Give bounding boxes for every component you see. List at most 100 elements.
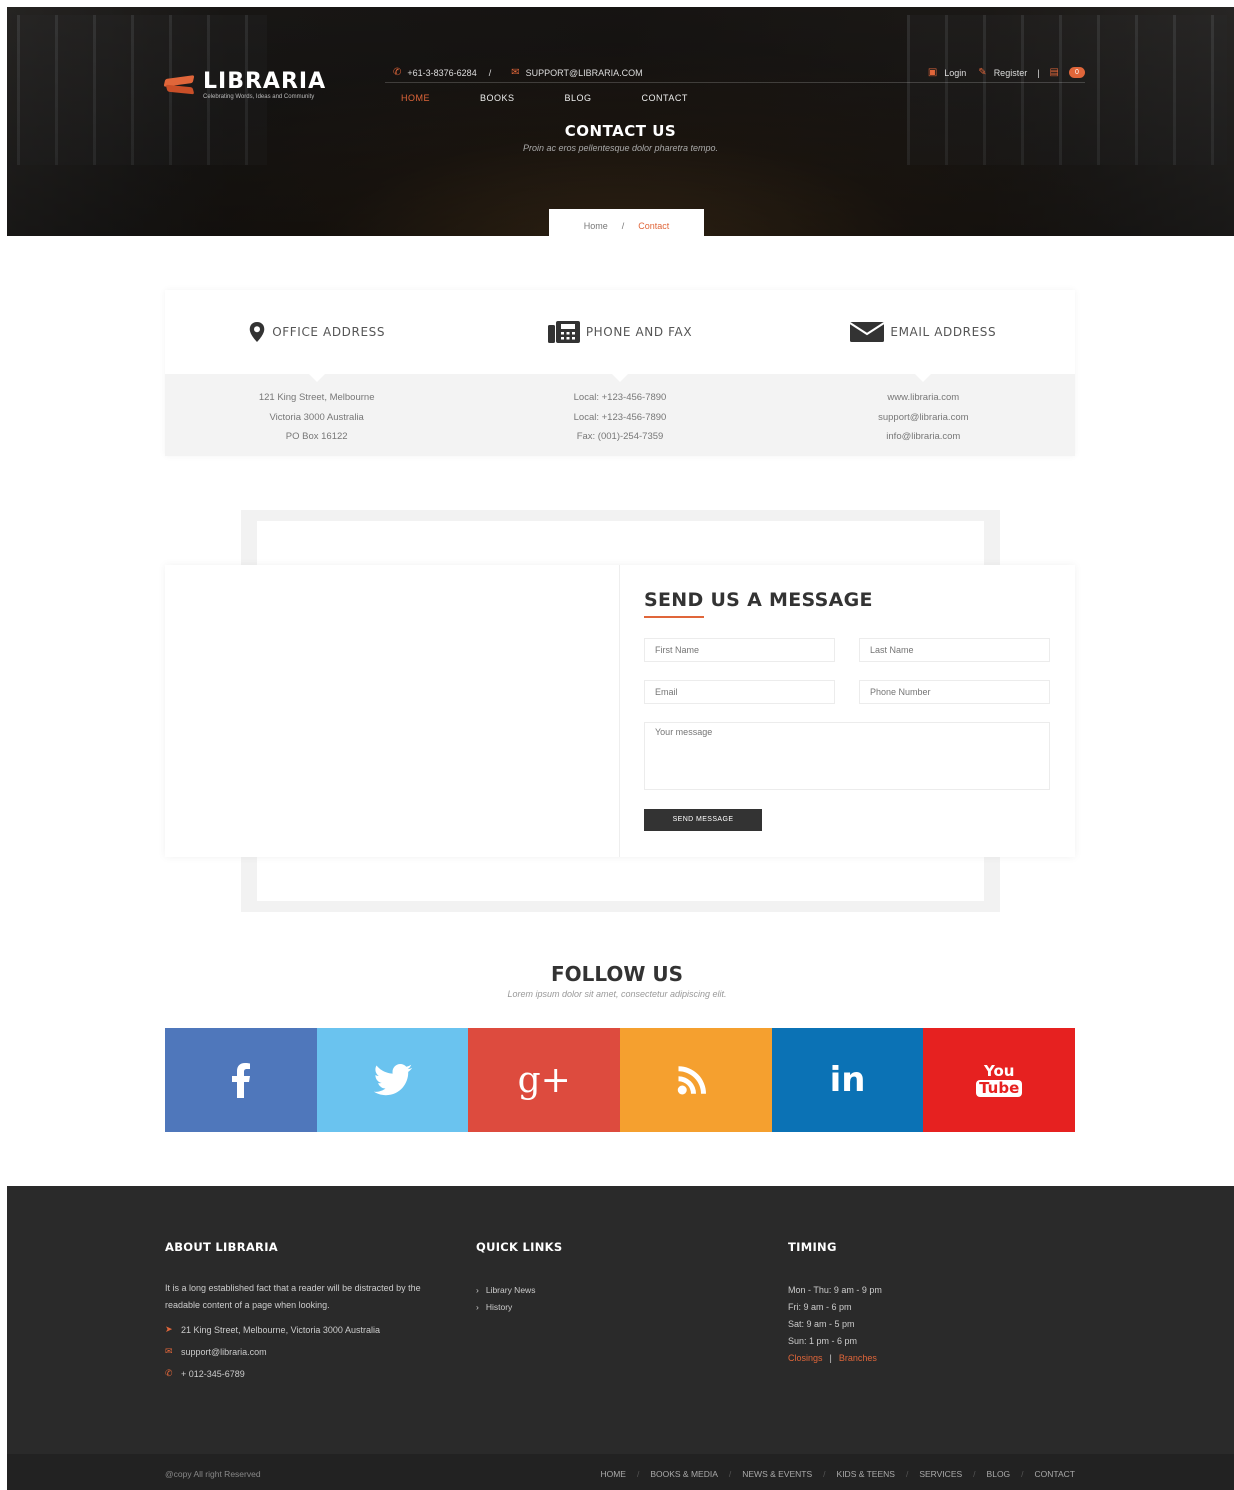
bottom-nav-home[interactable]: HOME <box>600 1469 626 1479</box>
bottom-nav-separator: / <box>973 1469 976 1479</box>
phone-fax-heading: PHONE AND FAX <box>585 325 693 339</box>
login-link[interactable]: Login <box>944 68 966 78</box>
facebook-link[interactable] <box>165 1028 317 1132</box>
follow-subtitle: Lorem ipsum dolor sit amet, consectetur … <box>507 989 727 999</box>
closings-link[interactable]: Closings <box>788 1353 823 1363</box>
send-message-button[interactable]: SEND MESSAGE <box>644 809 762 831</box>
phone-fax-header: PHONE AND FAX <box>468 290 771 382</box>
timing-pipe: | <box>829 1353 832 1363</box>
phone-line[interactable]: Local: +123-456-7890 <box>468 388 771 408</box>
linkedin-link[interactable]: in <box>771 1028 924 1132</box>
phone-icon: ✆ <box>393 67 402 78</box>
cart-count-badge[interactable]: 0 <box>1069 67 1085 78</box>
message-card: SEND US A MESSAGE SEND MESSAGE <box>165 565 1075 857</box>
website-link[interactable]: www.libraria.com <box>772 388 1075 408</box>
email-details: www.libraria.com support@libraria.com in… <box>772 388 1075 447</box>
bottom-nav-kids-teens[interactable]: KIDS & TEENS <box>837 1469 895 1479</box>
bottom-nav-news-events[interactable]: NEWS & EVENTS <box>742 1469 812 1479</box>
copyright-text: @copy All right Reserved <box>165 1469 261 1479</box>
site-footer: ABOUT LIBRARIA It is a long established … <box>7 1186 1234 1454</box>
main-nav: HOME BOOKS BLOG CONTACT <box>401 93 738 103</box>
youtube-glyph-bottom: Tube <box>976 1079 1023 1097</box>
message-textarea[interactable] <box>644 722 1050 790</box>
first-name-input[interactable] <box>644 638 835 662</box>
twitter-link[interactable] <box>316 1028 469 1132</box>
site-logo[interactable]: LIBRARIA Celebrating Words, Ideas and Co… <box>163 71 326 100</box>
breadcrumb: Home / Contact <box>549 209 704 236</box>
phone-line[interactable]: Local: +123-456-7890 <box>468 408 771 428</box>
register-icon: ✎ <box>978 67 987 78</box>
office-line: 121 King Street, Melbourne <box>258 392 375 403</box>
quick-link-history[interactable]: › History <box>476 1299 562 1316</box>
top-email[interactable]: SUPPORT@LIBRARIA.COM <box>526 68 643 78</box>
page-subtitle: Proin ac eros pellentesque dolor pharetr… <box>522 143 719 153</box>
nav-item-contact[interactable]: CONTACT <box>642 93 688 103</box>
top-contact-bar: ✆ +61-3-8376-6284 / ✉ SUPPORT@LIBRARIA.C… <box>385 63 1085 83</box>
email-input[interactable] <box>644 680 835 704</box>
footer-about: ABOUT LIBRARIA It is a long established … <box>165 1240 455 1379</box>
fax-icon <box>547 321 580 343</box>
rss-link[interactable] <box>620 1028 772 1132</box>
timing-links: Closings | Branches <box>788 1350 882 1367</box>
breadcrumb-home[interactable]: Home <box>584 221 608 231</box>
support-email-link[interactable]: support@libraria.com <box>772 408 1075 428</box>
timing-row: Mon - Thu: 9 am - 9 pm <box>788 1285 882 1295</box>
footer-about-text: It is a long established fact that a rea… <box>165 1283 421 1310</box>
phone-icon: ✆ <box>165 1368 173 1378</box>
youtube-link[interactable]: You Tube <box>923 1028 1076 1132</box>
office-address-header: OFFICE ADDRESS <box>165 290 468 382</box>
bottom-nav-separator: / <box>823 1469 826 1479</box>
phone-number-input[interactable] <box>859 680 1050 704</box>
cart-icon[interactable]: ▤ <box>1050 67 1059 78</box>
facebook-icon <box>231 1063 250 1098</box>
info-email-link[interactable]: info@libraria.com <box>772 427 1075 447</box>
envelope-icon: ✉ <box>165 1346 173 1356</box>
contact-form: SEND US A MESSAGE SEND MESSAGE <box>620 565 1075 857</box>
chevron-right-icon: › <box>476 1302 479 1312</box>
bottom-nav-contact[interactable]: CONTACT <box>1035 1469 1075 1479</box>
bottom-nav-services[interactable]: SERVICES <box>919 1469 962 1479</box>
envelope-icon <box>850 322 885 342</box>
envelope-icon: ✉ <box>511 67 520 78</box>
footer-phone[interactable]: + 012-345-6789 <box>181 1369 245 1379</box>
youtube-glyph-top: You <box>983 1061 1015 1080</box>
google-plus-link[interactable]: g+ <box>468 1028 621 1132</box>
contact-info-panel: OFFICE ADDRESS PHONE AND FAX EMAIL ADDRE… <box>165 290 1075 456</box>
map-placeholder <box>165 565 620 857</box>
register-link[interactable]: Register <box>994 68 1028 78</box>
google-plus-icon: g+ <box>517 1059 571 1101</box>
fax-line: Fax: (001)-254-7359 <box>576 431 664 442</box>
last-name-input[interactable] <box>859 638 1050 662</box>
footer-address: 21 King Street, Melbourne, Victoria 3000… <box>181 1324 380 1335</box>
email-address-heading: EMAIL ADDRESS <box>890 325 997 339</box>
breadcrumb-separator: / <box>621 221 625 231</box>
top-phone[interactable]: +61-3-8376-6284 <box>407 68 476 78</box>
footer-links-heading: QUICK LINKS <box>476 1240 563 1254</box>
twitter-icon <box>373 1064 412 1096</box>
brand-name: LIBRARIA <box>203 69 327 94</box>
nav-item-books[interactable]: BOOKS <box>480 93 515 103</box>
branches-link[interactable]: Branches <box>839 1353 877 1363</box>
nav-item-home[interactable]: HOME <box>401 93 430 103</box>
hero-banner: LIBRARIA Celebrating Words, Ideas and Co… <box>7 7 1234 236</box>
page-title: CONTACT US <box>564 122 677 140</box>
office-address-details: 121 King Street, Melbourne Victoria 3000… <box>165 388 468 447</box>
breadcrumb-current: Contact <box>638 221 670 231</box>
bottom-nav-blog[interactable]: BLOG <box>987 1469 1011 1479</box>
nav-item-blog[interactable]: BLOG <box>565 93 592 103</box>
top-separator: / <box>488 67 492 78</box>
phone-fax-details: Local: +123-456-7890 Local: +123-456-789… <box>468 388 771 447</box>
footer-email[interactable]: support@libraria.com <box>181 1347 267 1357</box>
footer-about-heading: ABOUT LIBRARIA <box>165 1240 278 1254</box>
timing-row: Sun: 1 pm - 6 pm <box>788 1336 858 1346</box>
chevron-right-icon: › <box>476 1285 479 1295</box>
quick-link-library-news[interactable]: › Library News <box>476 1282 562 1299</box>
top-pipe: | <box>1037 67 1040 78</box>
footer-timing: TIMING Mon - Thu: 9 am - 9 pm Fri: 9 am … <box>788 1240 882 1367</box>
footer-quick-links: QUICK LINKS › Library News › History <box>476 1240 562 1316</box>
brand-tagline: Celebrating Words, Ideas and Community <box>203 94 315 100</box>
bottom-nav-books-media[interactable]: BOOKS & MEDIA <box>650 1469 718 1479</box>
timing-row: Fri: 9 am - 6 pm <box>788 1302 852 1312</box>
youtube-icon: You Tube <box>976 1061 1023 1097</box>
office-line: Victoria 3000 Australia <box>269 411 364 423</box>
